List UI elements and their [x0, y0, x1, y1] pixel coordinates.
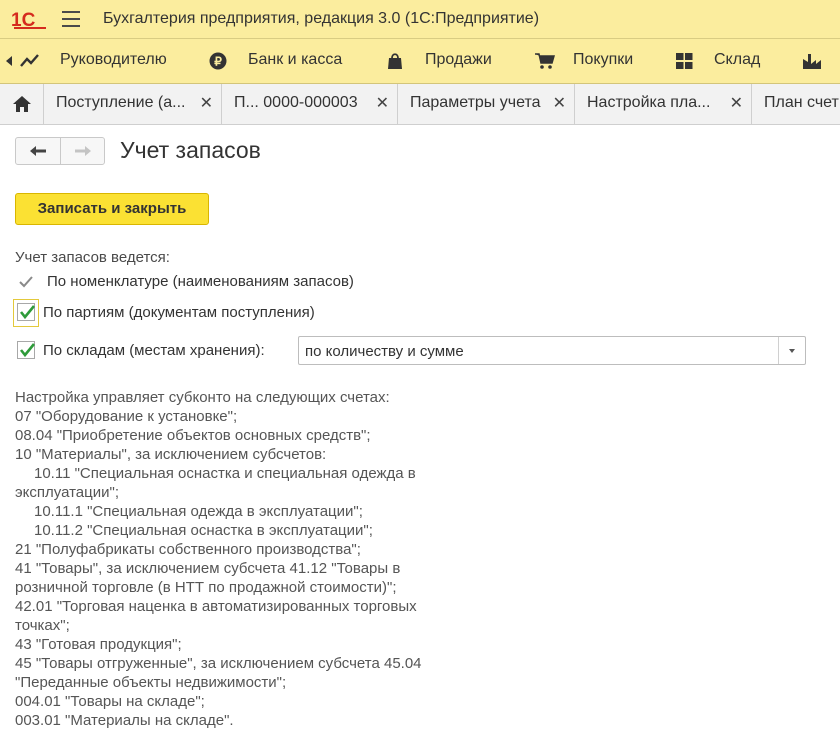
- warehouse-grid-icon: [676, 53, 693, 69]
- info-line: розничной торговле (в НТТ по продажной с…: [15, 579, 397, 596]
- section-purchases[interactable]: Покупки: [573, 51, 633, 69]
- chevron-down-icon: [789, 349, 795, 353]
- app-title: Бухгалтерия предприятия, редакция 3.0 (1…: [103, 10, 540, 27]
- tab-receipt[interactable]: Поступление (а... ✕: [44, 84, 222, 124]
- main-menu-icon[interactable]: [62, 11, 80, 27]
- save-and-close-button[interactable]: Записать и закрыть: [15, 193, 209, 225]
- dropdown-button[interactable]: [778, 337, 805, 364]
- title-bar: 1C Бухгалтерия предприятия, редакция 3.0…: [0, 0, 840, 39]
- info-line: Настройка управляет субконто на следующи…: [15, 389, 390, 406]
- info-line: точках";: [15, 617, 70, 634]
- info-line: 45 "Товары отгруженные", за исключением …: [15, 655, 422, 672]
- by-warehouses-label[interactable]: По складам (местам хранения):: [43, 342, 265, 359]
- page-title: Учет запасов: [120, 137, 261, 163]
- info-line: 10 "Материалы", за исключением субсчетов…: [15, 446, 327, 463]
- info-line: 10.11 "Специальная оснастка и специальна…: [34, 465, 416, 482]
- ruble-coin-icon: ₽: [209, 52, 227, 70]
- shopping-bag-icon: [388, 53, 402, 69]
- trend-chart-icon: [20, 54, 39, 67]
- back-button[interactable]: [16, 138, 61, 164]
- info-line: 07 "Оборудование к установке";: [15, 408, 238, 425]
- home-tab[interactable]: [0, 84, 44, 124]
- checkmark-icon: [19, 343, 35, 358]
- inventory-accounting-label: Учет запасов ведется:: [15, 249, 170, 266]
- close-icon[interactable]: ✕: [730, 93, 743, 113]
- arrow-right-icon: [75, 146, 91, 156]
- tab-label: Параметры учета: [410, 94, 541, 111]
- production-factory-icon[interactable]: [802, 52, 822, 70]
- section-sales[interactable]: Продажи: [425, 51, 492, 69]
- checkmark-icon: [19, 305, 35, 320]
- by-batches-checkbox[interactable]: [17, 303, 35, 321]
- info-line: 43 "Готовая продукция";: [15, 636, 182, 653]
- checkmark-icon: [19, 276, 33, 288]
- svg-text:₽: ₽: [214, 55, 222, 69]
- tab-label: Поступление (а...: [56, 94, 186, 111]
- tab-accounting-parameters[interactable]: Параметры учета ✕: [398, 84, 575, 124]
- sections-scroll-left-icon[interactable]: [6, 56, 12, 66]
- home-icon: [13, 96, 31, 112]
- warehouse-accounting-mode-select[interactable]: по количеству и сумме: [298, 336, 806, 365]
- info-line: 21 "Полуфабрикаты собственного производс…: [15, 541, 361, 558]
- shopping-cart-icon: [535, 53, 555, 69]
- info-line: эксплуатации";: [15, 484, 119, 501]
- open-windows-tabs: Поступление (а... ✕ П... 0000-000003 ✕ П…: [0, 84, 840, 125]
- accounts-info-text: Настройка управляет субконто на следующи…: [15, 388, 485, 730]
- section-bank-cash[interactable]: Банк и касса: [248, 51, 342, 69]
- tab-document[interactable]: П... 0000-000003 ✕: [222, 84, 398, 124]
- info-line: 08.04 "Приобретение объектов основных ср…: [15, 427, 371, 444]
- tab-label: Настройка пла...: [587, 94, 711, 111]
- section-director[interactable]: Руководителю: [60, 51, 167, 69]
- tab-label: План счет: [764, 94, 839, 111]
- info-line: 41 "Товары", за исключением субсчета 41.…: [15, 560, 401, 577]
- close-icon[interactable]: ✕: [200, 93, 213, 113]
- by-warehouses-checkbox[interactable]: [17, 341, 35, 359]
- selected-value: по количеству и сумме: [305, 343, 464, 360]
- 1c-logo-icon: 1C: [11, 10, 46, 30]
- history-navigation: [15, 137, 105, 165]
- close-icon[interactable]: ✕: [553, 93, 566, 113]
- arrow-left-icon: [30, 146, 46, 156]
- info-line: "Переданные объекты недвижимости";: [15, 674, 287, 691]
- forward-button[interactable]: [61, 138, 105, 164]
- section-warehouse[interactable]: Склад: [714, 51, 760, 69]
- info-line: 10.11.1 "Специальная одежда в эксплуатац…: [34, 503, 363, 520]
- sections-panel: Руководителю ₽ Банк и касса Продажи Поку…: [0, 39, 840, 84]
- info-line: 003.01 "Материалы на складе".: [15, 712, 234, 729]
- info-line: 004.01 "Товары на складе";: [15, 693, 205, 710]
- by-batches-label[interactable]: По партиям (документам поступления): [43, 304, 315, 321]
- tab-label: П... 0000-000003: [234, 94, 358, 111]
- close-icon[interactable]: ✕: [376, 93, 389, 113]
- info-line: 10.11.2 "Специальная оснастка в эксплуат…: [34, 522, 373, 539]
- by-nomenclature-label: По номенклатуре (наименованиям запасов): [47, 273, 354, 290]
- info-line: 42.01 "Торговая наценка в автоматизирова…: [15, 598, 417, 615]
- tab-chart-settings[interactable]: Настройка пла... ✕: [575, 84, 752, 124]
- tab-chart-of-accounts[interactable]: План счет: [752, 84, 840, 124]
